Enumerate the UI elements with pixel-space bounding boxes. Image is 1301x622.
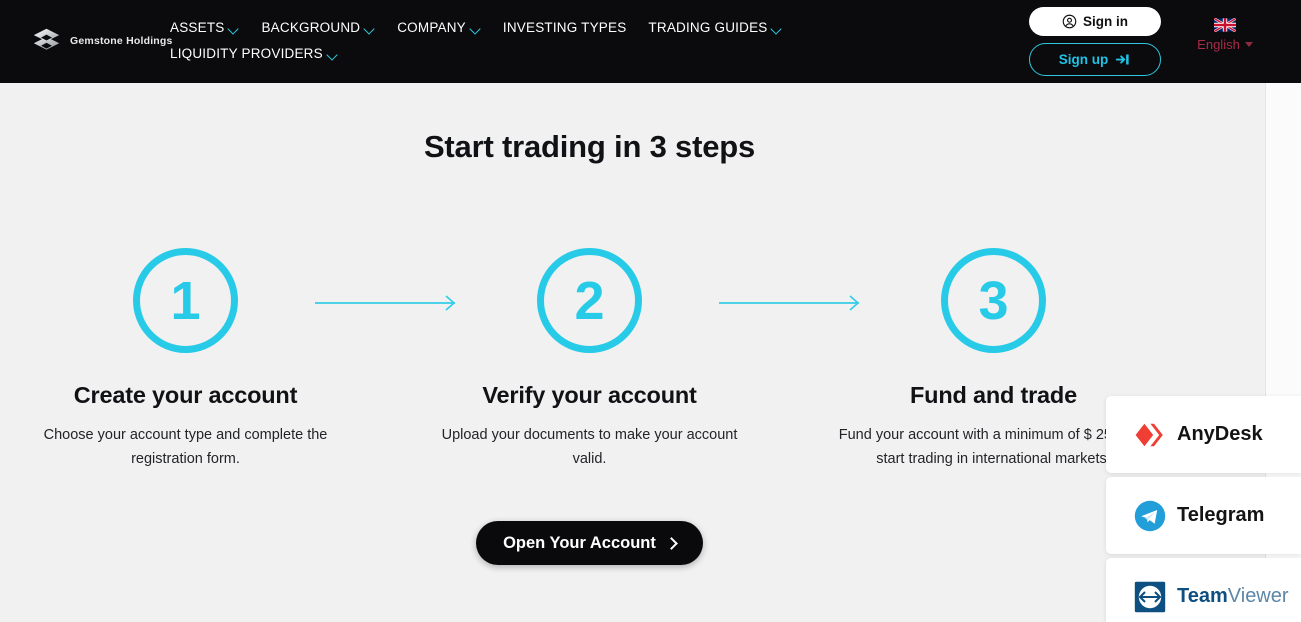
contact-item-teamviewer[interactable]: TeamViewer xyxy=(1106,558,1301,622)
anydesk-logo-icon xyxy=(1135,423,1163,446)
uk-flag-icon xyxy=(1214,18,1236,32)
contact-panel: AnyDesk Telegram TeamViewer xyxy=(1106,396,1301,622)
step-1: 1 Create your account Choose your accoun… xyxy=(0,248,371,471)
nav-menu: ASSETS BACKGROUND COMPANY INVESTING TYPE… xyxy=(170,14,870,66)
chevron-down-icon xyxy=(365,25,375,31)
step-title: Create your account xyxy=(73,382,298,408)
sign-up-button[interactable]: Sign up xyxy=(1029,43,1161,76)
nav-item-label: COMPANY xyxy=(397,19,466,35)
step-2: 2 Verify your account Upload your docume… xyxy=(404,248,775,471)
top-navbar: Gemstone Holdings ASSETS BACKGROUND COMP… xyxy=(0,0,1301,83)
telegram-logo-icon xyxy=(1134,500,1166,531)
nav-item-label: TRADING GUIDES xyxy=(648,19,768,35)
contact-label: AnyDesk xyxy=(1177,423,1263,445)
chevron-right-icon xyxy=(665,536,678,550)
auth-buttons: Sign in Sign up xyxy=(1029,7,1161,76)
chevron-down-icon xyxy=(229,25,239,31)
step-description: Choose your account type and complete th… xyxy=(43,427,328,468)
language-selector[interactable]: English xyxy=(1189,18,1261,52)
sign-in-arrow-icon xyxy=(1116,54,1129,65)
cta-container: Open Your Account xyxy=(0,521,1179,565)
page-title: Start trading in 3 steps xyxy=(423,129,756,164)
contact-label-bold: Team xyxy=(1177,585,1228,607)
step-title: Verify your account xyxy=(482,382,697,408)
teamviewer-logo-icon xyxy=(1134,581,1166,612)
contact-label-teamviewer: TeamViewer xyxy=(1177,585,1289,608)
open-account-label: Open Your Account xyxy=(503,533,656,552)
nav-item-label: INVESTING TYPES xyxy=(502,19,627,35)
step-connector-1 xyxy=(314,248,455,312)
steps-row: 1 Create your account Choose your accoun… xyxy=(0,248,1179,471)
gemstone-logo-icon xyxy=(33,28,60,50)
nav-row-primary: ASSETS BACKGROUND COMPANY INVESTING TYPE… xyxy=(170,14,870,40)
nav-item-assets[interactable]: ASSETS xyxy=(170,20,239,35)
user-circle-icon xyxy=(1062,14,1077,29)
step-number-circle: 3 xyxy=(941,248,1046,353)
sign-in-label: Sign in xyxy=(1083,14,1128,29)
step-connector-2 xyxy=(718,248,859,312)
nav-item-company[interactable]: COMPANY xyxy=(397,20,481,35)
contact-item-telegram[interactable]: Telegram xyxy=(1106,477,1301,554)
chevron-down-icon xyxy=(471,25,481,31)
chevron-down-icon xyxy=(772,25,782,31)
brand-logo[interactable]: Gemstone Holdings xyxy=(32,26,173,55)
nav-item-trading-guides[interactable]: TRADING GUIDES xyxy=(648,20,782,35)
nav-item-label: LIQUIDITY PROVIDERS xyxy=(170,45,323,61)
open-account-button[interactable]: Open Your Account xyxy=(476,521,703,565)
page-root: Gemstone Holdings ASSETS BACKGROUND COMP… xyxy=(0,0,1301,622)
nav-item-investing-types[interactable]: INVESTING TYPES xyxy=(503,20,627,35)
nav-item-label: ASSETS xyxy=(170,19,225,35)
chevron-down-icon xyxy=(328,51,338,57)
contact-label-light: Viewer xyxy=(1227,585,1289,607)
step-number-circle: 2 xyxy=(537,248,642,353)
sign-in-button[interactable]: Sign in xyxy=(1029,7,1161,36)
contact-label: Telegram xyxy=(1177,504,1265,526)
language-label: English xyxy=(1197,37,1240,52)
sign-up-label: Sign up xyxy=(1058,52,1109,67)
nav-item-liquidity-providers[interactable]: LIQUIDITY PROVIDERS xyxy=(170,46,338,61)
step-description: Upload your documents to make your accou… xyxy=(441,427,738,468)
caret-down-icon xyxy=(1244,42,1253,47)
nav-item-label: BACKGROUND xyxy=(261,19,361,35)
language-row: English xyxy=(1189,37,1261,52)
nav-row-secondary: LIQUIDITY PROVIDERS xyxy=(170,40,870,66)
nav-item-background[interactable]: BACKGROUND xyxy=(261,20,375,35)
main-content: Start trading in 3 steps 1 Create your a… xyxy=(0,83,1265,622)
contact-item-anydesk[interactable]: AnyDesk xyxy=(1106,396,1301,473)
step-number-circle: 1 xyxy=(133,248,238,353)
brand-name: Gemstone Holdings xyxy=(70,34,173,47)
